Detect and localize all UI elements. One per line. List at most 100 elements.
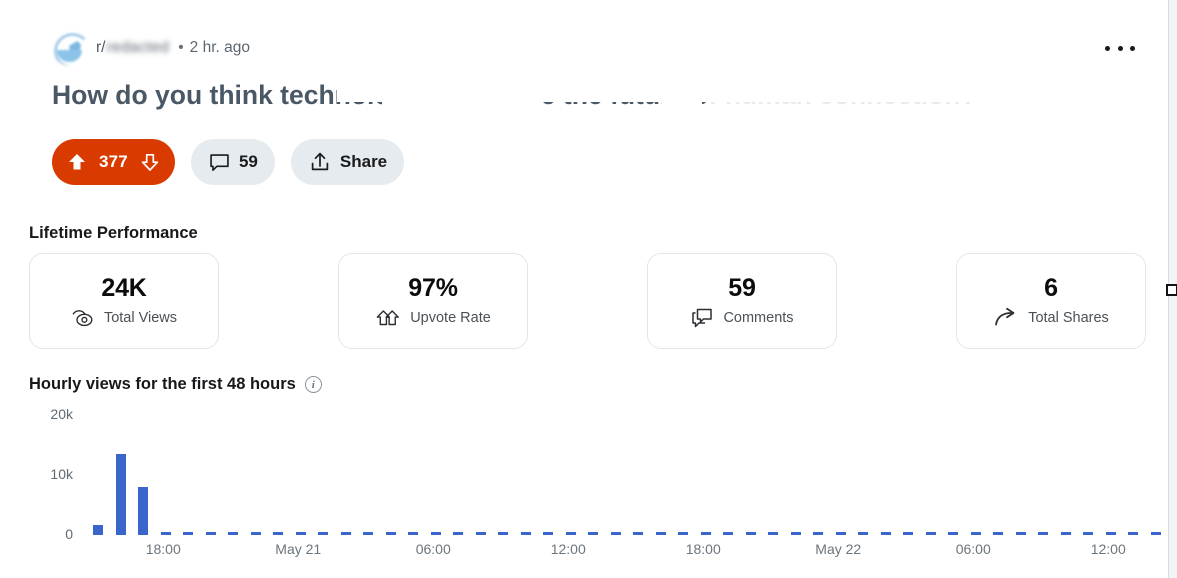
subreddit-name[interactable]: redacted bbox=[105, 39, 169, 57]
chart-bar[interactable] bbox=[430, 532, 441, 535]
chart-bar[interactable] bbox=[655, 532, 666, 535]
vote-score: 377 bbox=[99, 152, 128, 171]
chart-bar[interactable] bbox=[903, 532, 914, 535]
chart-bar[interactable] bbox=[970, 532, 981, 535]
comments-count: 59 bbox=[238, 152, 258, 171]
stat-label: Total Shares bbox=[1028, 309, 1109, 326]
y-axis-tick-label: 0 bbox=[65, 526, 73, 542]
chart-bar[interactable] bbox=[723, 532, 734, 535]
stat-label: Comments bbox=[723, 309, 794, 326]
x-axis-tick-label: 06:00 bbox=[955, 541, 991, 557]
chart-bar[interactable] bbox=[813, 532, 824, 535]
y-axis-tick-label: 10k bbox=[50, 466, 73, 482]
chart-bar[interactable] bbox=[610, 532, 621, 535]
comments-pill[interactable]: 59 bbox=[190, 139, 275, 185]
x-axis-tick-label: 06:00 bbox=[415, 541, 451, 557]
stat-card-upvote-rate: 97% Upvote Rate bbox=[338, 253, 528, 349]
chart-bar[interactable] bbox=[835, 532, 846, 535]
info-icon[interactable]: i bbox=[304, 376, 322, 393]
resize-handle[interactable] bbox=[1166, 284, 1177, 296]
vote-pill[interactable]: 377 bbox=[52, 139, 175, 185]
chart-bar[interactable] bbox=[925, 532, 936, 535]
chart-bar[interactable] bbox=[183, 532, 194, 535]
lifetime-performance-heading: Lifetime Performance bbox=[29, 224, 198, 242]
chart-bar[interactable] bbox=[363, 532, 374, 535]
upvote-arrow-icon[interactable] bbox=[66, 151, 88, 173]
chart-bar[interactable] bbox=[790, 532, 801, 535]
x-axis-tick-label: May 22 bbox=[815, 541, 862, 557]
chart-bar[interactable] bbox=[408, 532, 419, 535]
share-upload-icon bbox=[308, 150, 332, 174]
chart-bar[interactable] bbox=[1105, 532, 1116, 535]
chart-bar[interactable] bbox=[880, 532, 891, 535]
chart-bar[interactable] bbox=[678, 532, 689, 535]
chart-bar[interactable] bbox=[1060, 532, 1071, 535]
chart-bar[interactable] bbox=[768, 532, 779, 535]
chart-bar[interactable] bbox=[858, 532, 869, 535]
stat-card-total-shares: 6 Total Shares bbox=[956, 253, 1146, 349]
chart-bar[interactable] bbox=[948, 532, 959, 535]
chart-bar[interactable] bbox=[745, 532, 756, 535]
stat-value: 6 bbox=[1044, 273, 1058, 302]
chart-bar[interactable] bbox=[453, 532, 464, 535]
comments-icon bbox=[690, 307, 714, 329]
chart-bar[interactable] bbox=[115, 454, 126, 535]
chart-bar[interactable] bbox=[588, 532, 599, 535]
share-arrow-icon bbox=[993, 307, 1019, 329]
stat-value: 59 bbox=[728, 273, 756, 302]
eye-icon bbox=[71, 307, 95, 329]
chart-bar[interactable] bbox=[138, 487, 149, 535]
chart-bar[interactable] bbox=[340, 532, 351, 535]
chart-bar[interactable] bbox=[93, 525, 104, 535]
post-header: r/redacted • 2 hr. ago bbox=[52, 30, 250, 66]
chart-bar[interactable] bbox=[295, 532, 306, 535]
chart-bar[interactable] bbox=[273, 532, 284, 535]
chart-bar[interactable] bbox=[993, 532, 1004, 535]
chart-bar[interactable] bbox=[565, 532, 576, 535]
y-axis-tick-label: 20k bbox=[50, 406, 73, 422]
post-timestamp: 2 hr. ago bbox=[189, 39, 250, 56]
chart-bar[interactable] bbox=[1128, 532, 1139, 535]
downvote-arrow-icon[interactable] bbox=[139, 151, 161, 173]
chart-bar[interactable] bbox=[1083, 532, 1094, 535]
post-title[interactable]: How do you think technology will shape t… bbox=[52, 80, 1112, 114]
meta-separator: • bbox=[178, 39, 184, 56]
chart-bar[interactable] bbox=[543, 532, 554, 535]
chart-bar[interactable] bbox=[228, 532, 239, 535]
share-label: Share bbox=[339, 152, 388, 171]
x-axis-tick-label: 18:00 bbox=[685, 541, 721, 557]
chart-bar[interactable] bbox=[160, 532, 171, 535]
chart-bar[interactable] bbox=[250, 532, 261, 535]
hourly-views-chart: 0 10k 20k 18:00 May 21 06:00 12:00 18:00 May 22… bbox=[29, 406, 1169, 565]
x-axis-tick-label: May 21 bbox=[275, 541, 322, 557]
chart-bar[interactable] bbox=[498, 532, 509, 535]
upvote-rate-icon bbox=[375, 307, 401, 329]
lifetime-stats-grid: 24K Total Views 97% Upvote Rate 59 Comme… bbox=[29, 253, 1177, 349]
post-actions: 377 59 Share bbox=[52, 139, 405, 185]
chart-bar[interactable] bbox=[318, 532, 329, 535]
chart-heading: Hourly views for the first 48 hours i bbox=[29, 375, 322, 394]
subreddit-prefix: r/ bbox=[96, 39, 106, 56]
chart-bar[interactable] bbox=[633, 532, 644, 535]
chart-bar[interactable] bbox=[700, 532, 711, 535]
chart-bar[interactable] bbox=[1150, 532, 1161, 535]
chart-bar[interactable] bbox=[385, 532, 396, 535]
post-insights-page: r/redacted • 2 hr. ago How do you think … bbox=[0, 0, 1177, 578]
x-axis-tick-label: 12:00 bbox=[550, 541, 586, 557]
chart-bar[interactable] bbox=[1015, 532, 1026, 535]
chart-heading-text: Hourly views for the first 48 hours bbox=[29, 375, 296, 393]
subreddit-meta: r/redacted • 2 hr. ago bbox=[96, 39, 250, 57]
chart-bar[interactable] bbox=[1038, 532, 1049, 535]
x-axis-tick-label: 12:00 bbox=[1090, 541, 1126, 557]
stat-value: 97% bbox=[408, 273, 458, 302]
chart-bar[interactable] bbox=[520, 532, 531, 535]
overflow-menu-icon[interactable] bbox=[1105, 38, 1135, 58]
stat-card-comments: 59 Comments bbox=[647, 253, 837, 349]
chart-bar[interactable] bbox=[475, 532, 486, 535]
chart-bar[interactable] bbox=[205, 532, 216, 535]
comment-bubble-icon bbox=[208, 151, 231, 174]
share-pill[interactable]: Share bbox=[290, 139, 405, 185]
chart-plot-area bbox=[89, 415, 1169, 535]
subreddit-avatar[interactable] bbox=[52, 30, 88, 66]
stat-value: 24K bbox=[101, 273, 147, 302]
